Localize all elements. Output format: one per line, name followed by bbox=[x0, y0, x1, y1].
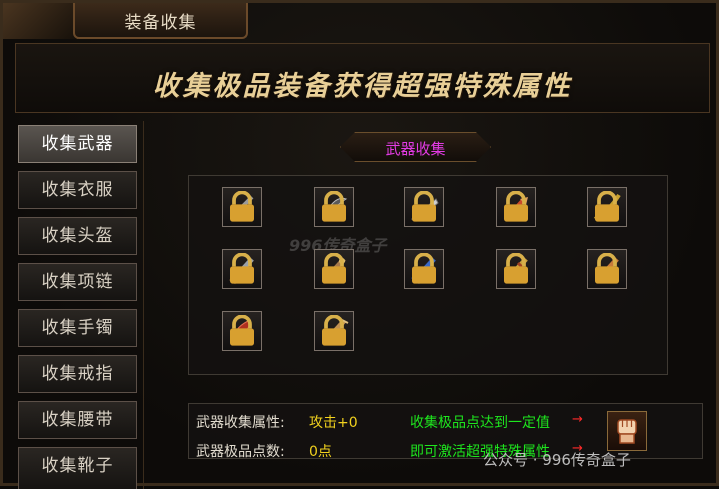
weapon-slot[interactable] bbox=[222, 249, 262, 289]
weapon-slot[interactable] bbox=[496, 187, 536, 227]
tip-line-1: 收集极品点达到一定值 bbox=[410, 415, 550, 431]
sidebar-item-bracelet[interactable]: 收集手镯 bbox=[18, 309, 137, 347]
weapon-slot[interactable] bbox=[496, 249, 536, 289]
weapon-slot[interactable] bbox=[314, 311, 354, 351]
sidebar-item-belt[interactable]: 收集腰带 bbox=[18, 401, 137, 439]
arrow-icon: → bbox=[572, 412, 583, 427]
equipment-collection-window: 装备收集 收集极品装备获得超强特殊属性 收集武器 收集衣服 收集头盔 收集项链 … bbox=[0, 0, 719, 489]
corner-ornament bbox=[3, 3, 78, 39]
weapon-slot[interactable] bbox=[404, 187, 444, 227]
attr-value: 攻击+0 bbox=[309, 415, 358, 431]
lock-icon bbox=[230, 191, 254, 222]
window-title: 装备收集 bbox=[124, 13, 197, 33]
lock-icon bbox=[230, 253, 254, 284]
fist-activate-button[interactable] bbox=[607, 411, 647, 451]
weapon-slot[interactable] bbox=[222, 311, 262, 351]
sidebar-item-ring[interactable]: 收集戒指 bbox=[18, 355, 137, 393]
attr-label: 武器收集属性: bbox=[196, 415, 285, 431]
banner: 收集极品装备获得超强特殊属性 bbox=[15, 43, 710, 113]
window-title-tab: 装备收集 bbox=[73, 3, 248, 39]
weapon-slot[interactable] bbox=[222, 187, 262, 227]
sidebar: 收集武器 收集衣服 收集头盔 收集项链 收集手镯 收集戒指 收集腰带 收集靴子 bbox=[15, 121, 145, 489]
lock-icon bbox=[322, 191, 346, 222]
weapon-slot[interactable] bbox=[404, 249, 444, 289]
sidebar-item-weapon[interactable]: 收集武器 bbox=[18, 125, 137, 163]
banner-text: 收集极品装备获得超强特殊属性 bbox=[152, 71, 573, 102]
sidebar-item-clothes[interactable]: 收集衣服 bbox=[18, 171, 137, 209]
lock-icon bbox=[322, 253, 346, 284]
points-label: 武器极品点数: bbox=[196, 444, 285, 460]
sidebar-item-helmet[interactable]: 收集头盔 bbox=[18, 217, 137, 255]
weapon-slot[interactable] bbox=[314, 187, 354, 227]
official-account-watermark: 公众号 · 996传奇盒子 bbox=[483, 451, 631, 469]
lock-icon bbox=[595, 191, 619, 222]
section-title: 武器收集 bbox=[385, 140, 446, 158]
lock-icon bbox=[230, 315, 254, 346]
sidebar-item-boots[interactable]: 收集靴子 bbox=[18, 447, 137, 489]
lock-icon bbox=[322, 315, 346, 346]
lock-icon bbox=[504, 191, 528, 222]
fist-icon bbox=[617, 419, 637, 444]
lock-icon bbox=[504, 253, 528, 284]
sidebar-item-necklace[interactable]: 收集项链 bbox=[18, 263, 137, 301]
weapon-slot[interactable] bbox=[587, 187, 627, 227]
points-value: 0点 bbox=[309, 444, 332, 460]
main-panel: 武器收集 996传奇盒子 武器收集属性: 攻击+0 武器极品点数: 0点 收集极… bbox=[143, 121, 710, 489]
lock-icon bbox=[595, 253, 619, 284]
weapon-slot[interactable] bbox=[587, 249, 627, 289]
section-tab-weapon: 武器收集 bbox=[340, 132, 491, 162]
lock-icon bbox=[412, 253, 436, 284]
weapon-slot[interactable] bbox=[314, 249, 354, 289]
lock-icon bbox=[412, 191, 436, 222]
